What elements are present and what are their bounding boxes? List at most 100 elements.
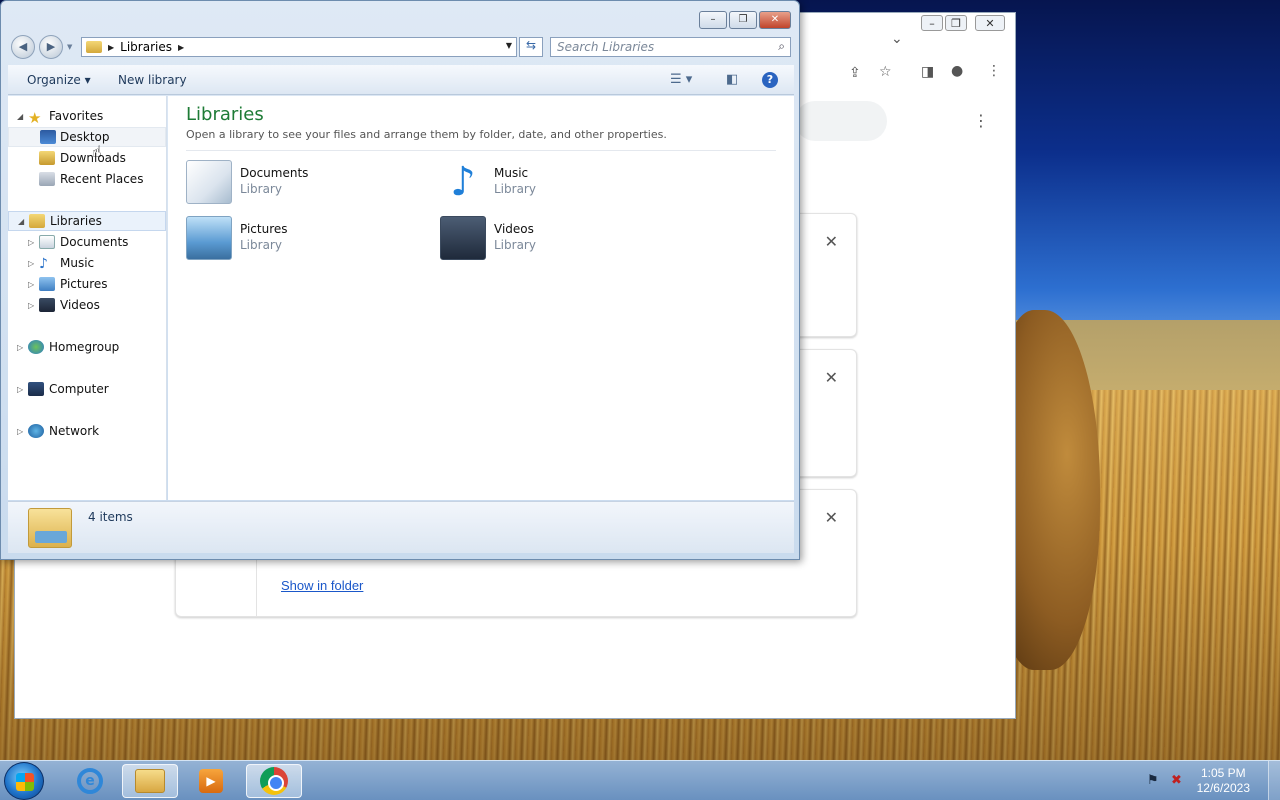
nav-documents[interactable]: ▷ Documents <box>8 232 166 252</box>
windows-logo-icon <box>16 773 34 791</box>
side-panel-icon[interactable]: ◨ <box>921 64 934 80</box>
taskbar-chrome[interactable] <box>246 764 302 798</box>
nav-desktop[interactable]: Desktop <box>8 127 166 147</box>
nav-libraries-label: Libraries <box>50 214 102 228</box>
close-button[interactable]: ✕ <box>759 11 791 29</box>
network-disconnected-icon[interactable]: ✖ <box>1171 773 1182 788</box>
library-kind: Library <box>494 238 536 252</box>
menu-kebab-icon[interactable]: ⋮ <box>987 63 1001 79</box>
collapse-arrow-icon[interactable]: ◢ <box>17 112 23 121</box>
change-view-icon[interactable]: ☰ ▾ <box>670 72 692 87</box>
nav-favorites[interactable]: ◢ ★ Favorites <box>8 106 166 127</box>
nav-homegroup-label: Homegroup <box>49 340 120 354</box>
nav-pictures[interactable]: ▷ Pictures <box>8 274 166 294</box>
library-kind: Library <box>240 182 282 196</box>
start-button[interactable] <box>4 762 44 800</box>
star-icon: ★ <box>28 109 42 127</box>
content-divider <box>186 150 776 151</box>
search-input[interactable]: Search Libraries ⌕ <box>550 37 791 57</box>
taskbar-internet-explorer[interactable]: e <box>62 764 118 798</box>
minimize-button[interactable]: – <box>699 11 727 29</box>
nav-libraries[interactable]: ◢ Libraries <box>8 211 166 231</box>
breadcrumb-arrow-icon[interactable]: ▶ <box>108 43 114 52</box>
new-library-button[interactable]: New library <box>118 73 187 87</box>
nav-downloads[interactable]: Downloads <box>8 148 166 168</box>
library-item-music[interactable]: ♪ Music Library <box>440 158 670 206</box>
page-title: Libraries <box>186 104 264 125</box>
expand-arrow-icon[interactable]: ▷ <box>17 427 23 436</box>
taskbar-windows-explorer[interactable] <box>122 764 178 798</box>
nav-favorites-label: Favorites <box>49 109 104 123</box>
nav-desktop-label: Desktop <box>60 130 110 144</box>
computer-icon <box>28 382 44 396</box>
search-icon[interactable]: ⌕ <box>778 39 785 54</box>
downloads-search-pill[interactable] <box>795 101 887 141</box>
nav-documents-label: Documents <box>60 235 129 249</box>
taskbar: e ▶ ⚑ ✖ 1:05 PM 12/6/2023 <box>0 760 1280 800</box>
address-bar[interactable]: ▶ Libraries ▶ ▼ <box>81 37 517 57</box>
libraries-icon <box>29 214 45 228</box>
nav-videos-label: Videos <box>60 298 100 312</box>
nav-music[interactable]: ▷ ♪ Music <box>8 253 166 273</box>
library-name: Pictures <box>240 222 288 236</box>
clock-date: 12/6/2023 <box>1196 781 1250 795</box>
forward-button[interactable]: ▶ <box>39 35 63 59</box>
library-item-pictures[interactable]: Pictures Library <box>186 214 416 262</box>
taskbar-media-player[interactable]: ▶ <box>183 764 239 798</box>
help-icon[interactable]: ? <box>762 72 778 88</box>
show-in-folder-link[interactable]: Show in folder <box>281 578 363 593</box>
explorer-window[interactable]: – ❐ ✕ ◀ ▶ ▼ ▶ Libraries ▶ ▼ ⇆ Search Lib… <box>0 0 800 560</box>
nav-recent-places[interactable]: Recent Places <box>8 169 166 189</box>
breadcrumb-arrow-icon[interactable]: ▶ <box>178 43 184 52</box>
hand-cursor-icon: ☝ <box>92 142 102 161</box>
close-icon[interactable]: ✕ <box>825 368 838 387</box>
page-subtitle: Open a library to see your files and arr… <box>186 128 667 141</box>
refresh-button[interactable]: ⇆ <box>519 37 543 57</box>
library-name: Music <box>494 166 529 180</box>
libraries-folder-icon <box>86 41 102 53</box>
expand-arrow-icon[interactable]: ▷ <box>28 259 34 268</box>
library-item-videos[interactable]: Videos Library <box>440 214 670 262</box>
library-name: Documents <box>240 166 309 180</box>
expand-arrow-icon[interactable]: ▷ <box>17 385 23 394</box>
preview-pane-icon[interactable]: ◧ <box>726 72 738 87</box>
downloads-more-icon[interactable]: ⋮ <box>973 111 989 130</box>
expand-arrow-icon[interactable]: ▷ <box>28 238 34 247</box>
address-dropdown-icon[interactable]: ▼ <box>506 41 512 50</box>
system-clock[interactable]: 1:05 PM 12/6/2023 <box>1197 766 1250 796</box>
expand-arrow-icon[interactable]: ▷ <box>28 301 34 310</box>
star-icon[interactable]: ☆ <box>879 64 892 80</box>
libraries-folder-icon <box>28 508 72 548</box>
expand-arrow-icon[interactable]: ▷ <box>17 343 23 352</box>
homegroup-icon <box>28 340 44 354</box>
profile-icon[interactable]: ● <box>951 63 963 79</box>
pictures-icon <box>39 277 55 291</box>
breadcrumb-libraries[interactable]: Libraries <box>120 40 172 54</box>
music-note-icon: ♪ <box>39 256 48 272</box>
chrome-restore-button[interactable]: ❐ <box>945 15 967 31</box>
action-center-icon[interactable]: ⚑ <box>1147 773 1159 788</box>
close-icon[interactable]: ✕ <box>825 508 838 527</box>
nav-network[interactable]: ▷ Network <box>8 421 166 441</box>
nav-homegroup[interactable]: ▷ Homegroup <box>8 337 166 357</box>
back-button[interactable]: ◀ <box>11 35 35 59</box>
chrome-close-button[interactable]: ✕ <box>975 15 1005 31</box>
nav-videos[interactable]: ▷ Videos <box>8 295 166 315</box>
maximize-button[interactable]: ❐ <box>729 11 757 29</box>
nav-pictures-label: Pictures <box>60 277 108 291</box>
show-desktop-button[interactable] <box>1268 761 1280 800</box>
search-placeholder: Search Libraries <box>557 40 655 54</box>
share-icon[interactable]: ⇪ <box>849 65 861 81</box>
chevron-down-icon[interactable]: ⌄ <box>891 31 903 47</box>
recent-places-icon <box>39 172 55 186</box>
media-player-icon: ▶ <box>199 769 223 793</box>
chrome-minimize-button[interactable]: – <box>921 15 943 31</box>
navigation-pane: ◢ ★ Favorites Desktop Downloads Recent P… <box>8 96 167 500</box>
library-item-documents[interactable]: Documents Library <box>186 158 416 206</box>
close-icon[interactable]: ✕ <box>825 232 838 251</box>
nav-computer[interactable]: ▷ Computer <box>8 379 166 399</box>
expand-arrow-icon[interactable]: ▷ <box>28 280 34 289</box>
organize-button[interactable]: Organize ▾ <box>27 73 91 87</box>
collapse-arrow-icon[interactable]: ◢ <box>18 217 24 226</box>
recent-pages-icon[interactable]: ▼ <box>67 43 72 51</box>
